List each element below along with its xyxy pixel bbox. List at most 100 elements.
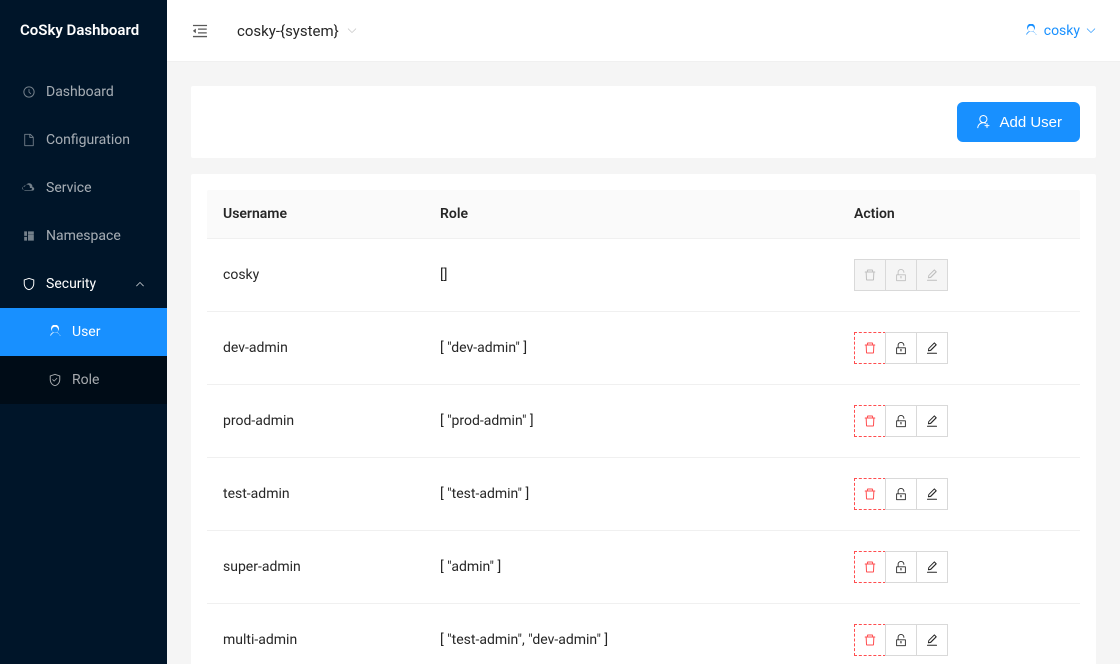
cell-action — [838, 312, 1080, 385]
chevron-up-icon — [135, 279, 145, 289]
user-name: cosky — [1044, 23, 1080, 39]
safety-icon — [22, 277, 36, 291]
trash-icon — [863, 633, 877, 647]
cell-role: [] — [424, 239, 838, 312]
trash-icon — [863, 560, 877, 574]
delete-button[interactable] — [854, 332, 886, 364]
cell-role: [ "admin" ] — [424, 531, 838, 604]
trash-icon — [863, 341, 877, 355]
cell-action — [838, 531, 1080, 604]
sidebar-item-security[interactable]: Security — [0, 260, 167, 308]
user-table: Username Role Action cosky[]dev-admin[ "… — [207, 190, 1080, 664]
content: Add User Username Role Action cosky[]dev… — [167, 62, 1120, 664]
add-user-label: Add User — [999, 114, 1062, 131]
delete-button[interactable] — [854, 478, 886, 510]
namespace-selector[interactable]: cosky-{system} — [237, 22, 357, 40]
sidebar-item-label: Service — [46, 180, 92, 196]
cell-role: [ "test-admin", "dev-admin" ] — [424, 604, 838, 664]
edit-button[interactable] — [916, 405, 948, 437]
delete-button[interactable] — [854, 405, 886, 437]
unlock-button — [885, 259, 917, 291]
delete-button[interactable] — [854, 624, 886, 656]
toolbar-card: Add User — [191, 86, 1096, 158]
sidebar: CoSky Dashboard Dashboard Configuration … — [0, 0, 167, 664]
cell-username: super-admin — [207, 531, 424, 604]
cell-username: prod-admin — [207, 385, 424, 458]
sidebar-item-configuration[interactable]: Configuration — [0, 116, 167, 164]
cell-username: test-admin — [207, 458, 424, 531]
column-header-role: Role — [424, 190, 838, 239]
edit-button[interactable] — [916, 478, 948, 510]
unlock-icon — [894, 341, 908, 355]
sidebar-item-label: Namespace — [46, 228, 121, 244]
header: cosky-{system} cosky — [167, 0, 1120, 62]
unlock-button[interactable] — [885, 478, 917, 510]
action-group — [854, 259, 948, 291]
unlock-icon — [894, 487, 908, 501]
edit-icon — [925, 487, 939, 501]
action-group — [854, 478, 948, 510]
cell-username: cosky — [207, 239, 424, 312]
sidebar-item-label: Dashboard — [46, 84, 114, 100]
user-table-card: Username Role Action cosky[]dev-admin[ "… — [191, 174, 1096, 664]
cell-role: [ "prod-admin" ] — [424, 385, 838, 458]
sidebar-subitem-label: User — [72, 324, 100, 340]
sidebar-item-dashboard[interactable]: Dashboard — [0, 68, 167, 116]
app-title: CoSky Dashboard — [20, 21, 139, 39]
table-row: super-admin[ "admin" ] — [207, 531, 1080, 604]
add-user-button[interactable]: Add User — [957, 102, 1080, 142]
unlock-icon — [894, 633, 908, 647]
unlock-button[interactable] — [885, 332, 917, 364]
cell-role: [ "dev-admin" ] — [424, 312, 838, 385]
table-row: cosky[] — [207, 239, 1080, 312]
delete-button[interactable] — [854, 551, 886, 583]
sidebar-item-label: Security — [46, 276, 96, 292]
action-group — [854, 551, 948, 583]
unlock-icon — [894, 414, 908, 428]
dashboard-icon — [22, 85, 36, 99]
table-row: prod-admin[ "prod-admin" ] — [207, 385, 1080, 458]
edit-button[interactable] — [916, 624, 948, 656]
edit-button[interactable] — [916, 551, 948, 583]
shield-icon — [48, 373, 62, 387]
user-add-icon — [975, 114, 991, 130]
cell-username: dev-admin — [207, 312, 424, 385]
app-logo: CoSky Dashboard — [0, 0, 167, 60]
chevron-down-icon — [347, 26, 357, 36]
cell-action — [838, 458, 1080, 531]
edit-button[interactable] — [916, 332, 948, 364]
cell-role: [ "test-admin" ] — [424, 458, 838, 531]
block-icon — [22, 229, 36, 243]
sidebar-item-label: Configuration — [46, 132, 130, 148]
unlock-button[interactable] — [885, 624, 917, 656]
sidebar-subitem-role[interactable]: Role — [0, 356, 167, 404]
sidebar-subitem-user[interactable]: User — [0, 308, 167, 356]
user-icon — [1024, 24, 1038, 38]
action-group — [854, 405, 948, 437]
chevron-down-icon — [1086, 26, 1096, 36]
cell-action — [838, 239, 1080, 312]
user-menu[interactable]: cosky — [1024, 23, 1096, 39]
sidebar-item-namespace[interactable]: Namespace — [0, 212, 167, 260]
file-icon — [22, 133, 36, 147]
edit-icon — [925, 633, 939, 647]
unlock-button[interactable] — [885, 405, 917, 437]
security-submenu: User Role — [0, 308, 167, 404]
sidebar-menu: Dashboard Configuration Service Namespac… — [0, 60, 167, 404]
unlock-icon — [894, 560, 908, 574]
cloud-server-icon — [22, 181, 36, 195]
trash-icon — [863, 268, 877, 282]
column-header-username: Username — [207, 190, 424, 239]
collapse-sidebar-button[interactable] — [191, 22, 209, 40]
edit-icon — [925, 268, 939, 282]
user-icon — [48, 325, 62, 339]
column-header-action: Action — [838, 190, 1080, 239]
table-row: multi-admin[ "test-admin", "dev-admin" ] — [207, 604, 1080, 664]
trash-icon — [863, 414, 877, 428]
unlock-button[interactable] — [885, 551, 917, 583]
sidebar-item-service[interactable]: Service — [0, 164, 167, 212]
edit-icon — [925, 414, 939, 428]
edit-icon — [925, 341, 939, 355]
namespace-label: cosky-{system} — [237, 22, 339, 40]
table-row: dev-admin[ "dev-admin" ] — [207, 312, 1080, 385]
